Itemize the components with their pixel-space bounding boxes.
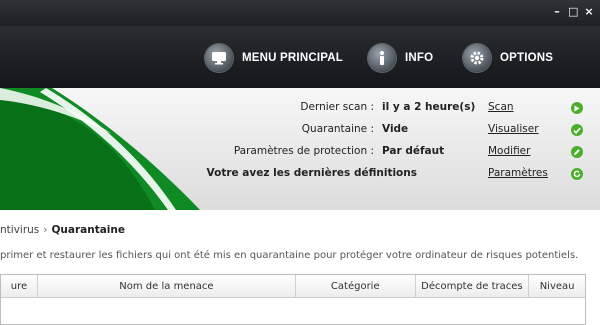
status-row-protection: Paramètres de protection : Par défaut Mo… bbox=[0, 145, 600, 163]
table-header: ure Nom de la menace Catégorie Décompte … bbox=[1, 275, 585, 298]
nav-options[interactable]: OPTIONS bbox=[463, 42, 553, 74]
column-header-level[interactable]: Niveau bbox=[529, 275, 585, 297]
column-header-category[interactable]: Catégorie bbox=[296, 275, 416, 297]
check-icon[interactable] bbox=[571, 124, 583, 136]
status-row-last-scan: Dernier scan : il y a 2 heure(s) Scan bbox=[0, 101, 600, 119]
breadcrumb-separator: › bbox=[43, 224, 48, 236]
breadcrumb-current: Quarantaine bbox=[51, 224, 125, 236]
scan-link[interactable]: Scan bbox=[488, 101, 514, 113]
protection-value: Par défaut bbox=[382, 145, 445, 157]
table-body bbox=[1, 298, 585, 324]
info-icon bbox=[368, 44, 396, 72]
quarantine-value: Vide bbox=[382, 123, 409, 135]
breadcrumb: ntivirus › Quarantaine bbox=[0, 224, 125, 236]
last-scan-value: il y a 2 heure(s) bbox=[382, 101, 476, 113]
quarantine-label: Quarantaine : bbox=[301, 123, 374, 135]
column-header-threat-name[interactable]: Nom de la menace bbox=[38, 275, 296, 297]
nav-info-label: INFO bbox=[405, 52, 434, 64]
breadcrumb-parent[interactable]: ntivirus bbox=[0, 224, 39, 236]
main-menu-bar: MENU PRINCIPAL INFO OPTIONS bbox=[0, 26, 600, 88]
status-row-quarantine: Quarantaine : Vide Visualiser bbox=[0, 123, 600, 141]
nav-options-label: OPTIONS bbox=[500, 52, 554, 64]
minimize-button[interactable]: – bbox=[552, 5, 562, 19]
refresh-icon[interactable] bbox=[571, 168, 583, 180]
window-controls: – □ × bbox=[552, 5, 594, 19]
parameters-link[interactable]: Paramètres bbox=[488, 167, 548, 179]
modify-link[interactable]: Modifier bbox=[488, 145, 530, 157]
protection-label: Paramètres de protection : bbox=[233, 145, 374, 157]
maximize-button[interactable]: □ bbox=[568, 5, 578, 19]
quarantine-content: ntivirus › Quarantaine primer et restaurer… bbox=[0, 210, 600, 325]
status-row-definitions: Votre avez les dernières définitions Par… bbox=[0, 167, 600, 185]
close-button[interactable]: × bbox=[584, 5, 594, 19]
quarantine-table: ure Nom de la menace Catégorie Décompte … bbox=[0, 274, 586, 325]
nav-info[interactable]: INFO bbox=[368, 42, 433, 74]
status-panel: Dernier scan : il y a 2 heure(s) Scan Qu… bbox=[0, 88, 600, 210]
view-quarantine-link[interactable]: Visualiser bbox=[488, 123, 539, 135]
definitions-status-text: Votre avez les dernières définitions bbox=[206, 167, 417, 179]
last-scan-label: Dernier scan : bbox=[300, 101, 374, 113]
column-header-trace-count[interactable]: Décompte de traces bbox=[416, 275, 530, 297]
page-description: primer et restaurer les fichiers qui ont… bbox=[0, 250, 579, 261]
monitor-icon bbox=[205, 44, 233, 72]
title-bar: – □ × bbox=[0, 0, 600, 26]
column-header-date[interactable]: ure bbox=[1, 275, 38, 297]
pencil-icon[interactable] bbox=[571, 146, 583, 158]
nav-menu-principal[interactable]: MENU PRINCIPAL bbox=[205, 42, 343, 74]
nav-menu-principal-label: MENU PRINCIPAL bbox=[242, 52, 343, 64]
gear-icon bbox=[463, 44, 491, 72]
play-icon[interactable] bbox=[571, 102, 583, 114]
